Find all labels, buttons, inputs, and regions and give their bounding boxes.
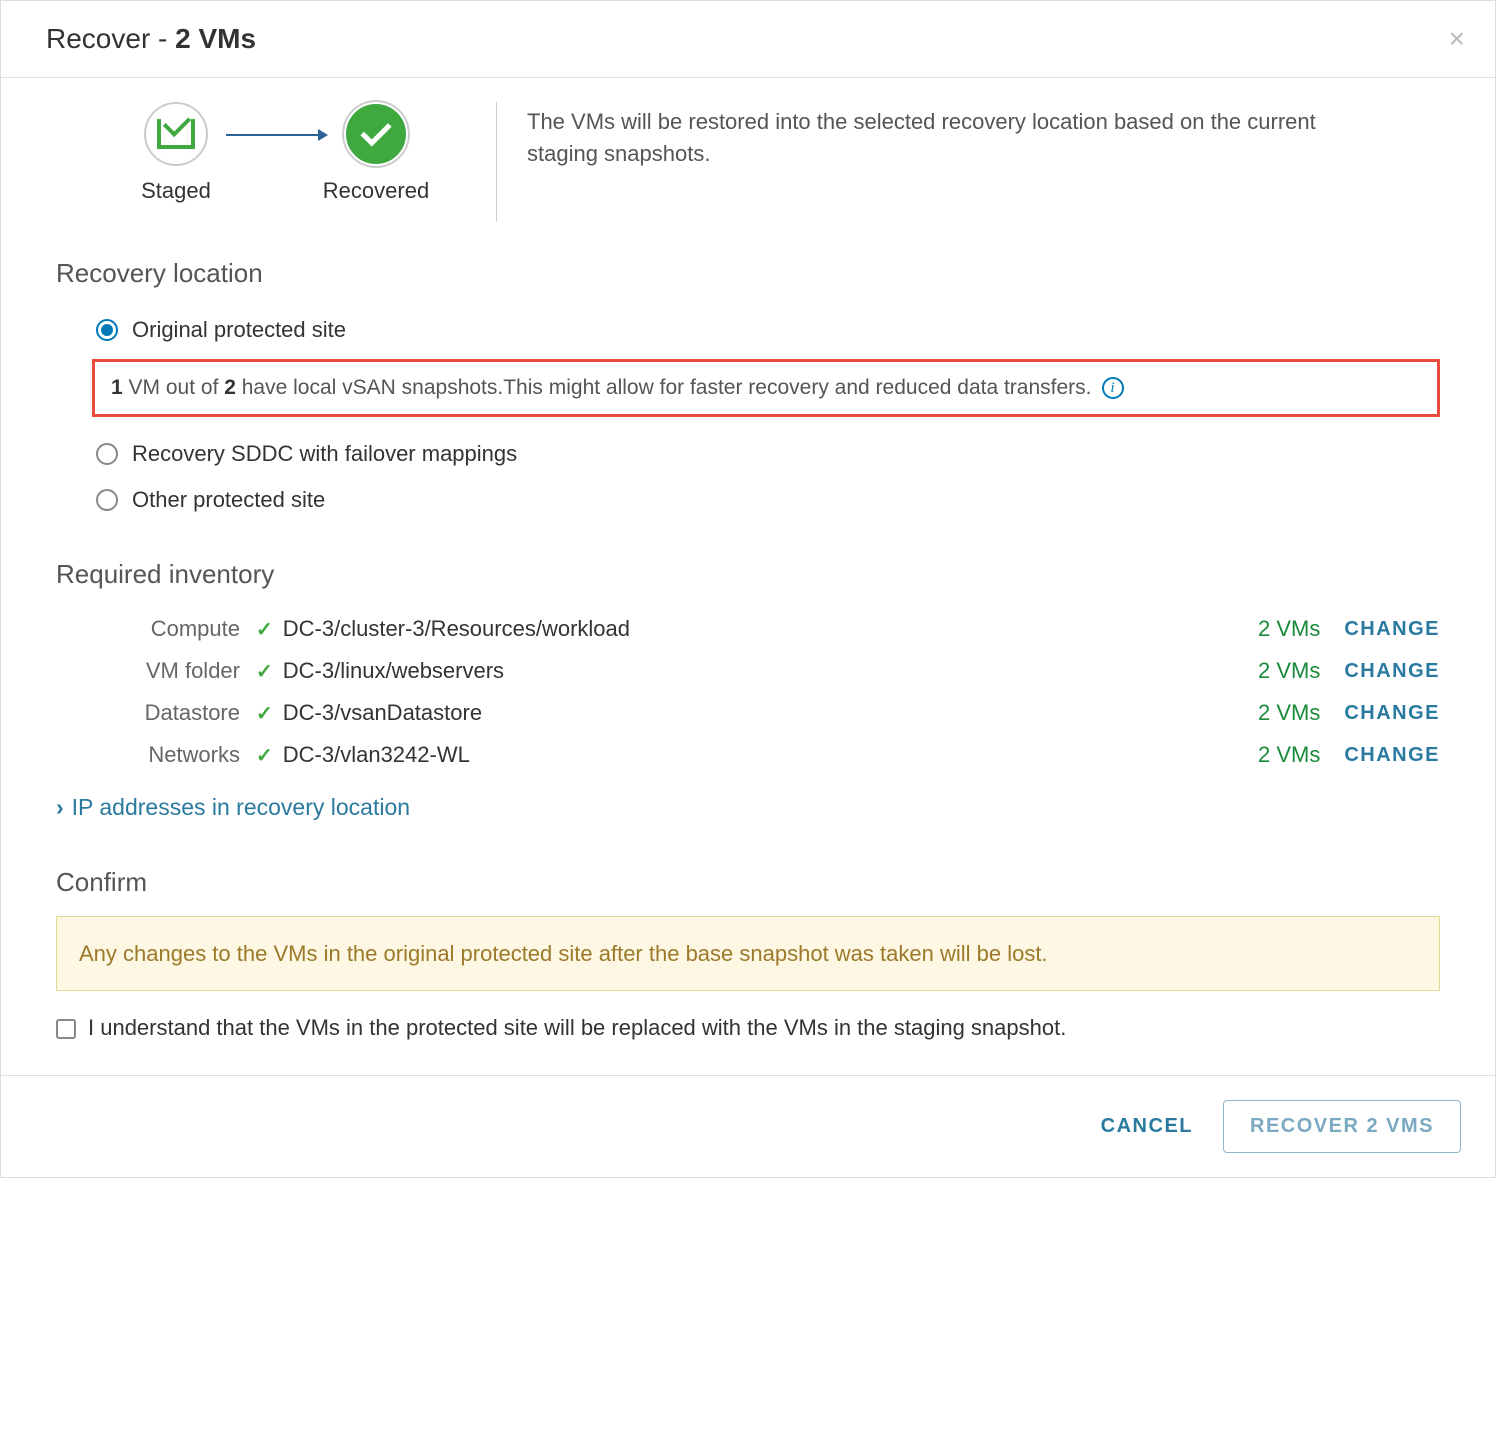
inv-value: DC-3/linux/webservers [283, 658, 1258, 684]
inv-count: 2 VMs [1258, 658, 1320, 684]
step-recovered: Recovered [316, 102, 436, 204]
check-icon: ✓ [256, 701, 273, 726]
stepper-row: Staged Recovered The VMs will be restore… [1, 78, 1495, 232]
inv-value: DC-3/vsanDatastore [283, 700, 1258, 726]
stepper-description: The VMs will be restored into the select… [527, 102, 1357, 170]
change-button[interactable]: CHANGE [1344, 744, 1440, 767]
close-icon[interactable]: × [1449, 23, 1465, 55]
radio-original-site[interactable]: Original protected site [56, 307, 1440, 353]
vsan-snapshot-highlight: 1 VM out of 2 have local vSAN snapshots.… [92, 359, 1440, 417]
recover-dialog: Recover - 2 VMs × Staged Recovered The V… [0, 0, 1496, 1178]
confirm-heading: Confirm [56, 867, 1440, 898]
inv-value: DC-3/vlan3242-WL [283, 742, 1258, 768]
section-recovery-location: Recovery location Original protected sit… [1, 232, 1495, 533]
radio-original-label: Original protected site [132, 317, 346, 343]
recover-button[interactable]: RECOVER 2 VMS [1223, 1100, 1461, 1153]
chevron-right-icon: › [56, 794, 64, 821]
inventory-row-vmfolder: VM folder ✓ DC-3/linux/webservers 2 VMs … [56, 650, 1440, 692]
change-button[interactable]: CHANGE [1344, 660, 1440, 683]
cancel-button[interactable]: CANCEL [1101, 1115, 1193, 1138]
radio-icon [96, 319, 118, 341]
dialog-footer: CANCEL RECOVER 2 VMS [1, 1075, 1495, 1177]
dialog-header: Recover - 2 VMs × [1, 1, 1495, 78]
change-button[interactable]: CHANGE [1344, 702, 1440, 725]
info-icon[interactable]: i [1102, 377, 1124, 399]
inv-count: 2 VMs [1258, 742, 1320, 768]
radio-other-site[interactable]: Other protected site [56, 477, 1440, 523]
inv-label: Networks [96, 742, 256, 768]
checkbox-icon[interactable] [56, 1019, 76, 1039]
highlight-n2: 2 [224, 376, 236, 399]
dialog-title-count: 2 VMs [175, 23, 256, 54]
radio-sddc-label: Recovery SDDC with failover mappings [132, 441, 517, 467]
step-recovered-label: Recovered [323, 178, 429, 204]
section-required-inventory: Required inventory Compute ✓ DC-3/cluste… [1, 533, 1495, 841]
confirm-warning: Any changes to the VMs in the original p… [56, 916, 1440, 991]
radio-icon [96, 443, 118, 465]
recovery-location-heading: Recovery location [56, 258, 1440, 289]
highlight-n1: 1 [111, 376, 123, 399]
inv-count: 2 VMs [1258, 616, 1320, 642]
stepper: Staged Recovered [46, 102, 466, 204]
inv-label: Datastore [96, 700, 256, 726]
change-button[interactable]: CHANGE [1344, 618, 1440, 641]
required-inventory-heading: Required inventory [56, 559, 1440, 590]
confirm-checkbox-label: I understand that the VMs in the protect… [88, 1015, 1066, 1041]
inv-label: VM folder [96, 658, 256, 684]
radio-other-label: Other protected site [132, 487, 325, 513]
radio-icon [96, 489, 118, 511]
step-staged: Staged [116, 102, 236, 204]
inv-count: 2 VMs [1258, 700, 1320, 726]
inventory-row-datastore: Datastore ✓ DC-3/vsanDatastore 2 VMs CHA… [56, 692, 1440, 734]
ip-addresses-expand[interactable]: › IP addresses in recovery location [56, 776, 1440, 831]
radio-sddc[interactable]: Recovery SDDC with failover mappings [56, 431, 1440, 477]
inv-label: Compute [96, 616, 256, 642]
staged-icon [144, 102, 208, 166]
highlight-rest: have local vSAN snapshots.This might all… [236, 376, 1092, 399]
inventory-row-compute: Compute ✓ DC-3/cluster-3/Resources/workl… [56, 608, 1440, 650]
inv-value: DC-3/cluster-3/Resources/workload [283, 616, 1258, 642]
dialog-title-prefix: Recover - [46, 23, 175, 54]
confirm-checkbox-row[interactable]: I understand that the VMs in the protect… [56, 1011, 1440, 1065]
recovered-icon [344, 102, 408, 166]
section-confirm: Confirm Any changes to the VMs in the or… [1, 841, 1495, 1075]
vertical-separator [496, 102, 497, 222]
ip-expand-label: IP addresses in recovery location [72, 794, 410, 821]
inventory-row-networks: Networks ✓ DC-3/vlan3242-WL 2 VMs CHANGE [56, 734, 1440, 776]
step-connector-icon [226, 134, 326, 136]
highlight-mid1: VM out of [123, 376, 225, 399]
step-staged-label: Staged [141, 178, 211, 204]
check-icon: ✓ [256, 617, 273, 642]
check-icon: ✓ [256, 743, 273, 768]
dialog-title: Recover - 2 VMs [46, 23, 256, 55]
check-icon: ✓ [256, 659, 273, 684]
